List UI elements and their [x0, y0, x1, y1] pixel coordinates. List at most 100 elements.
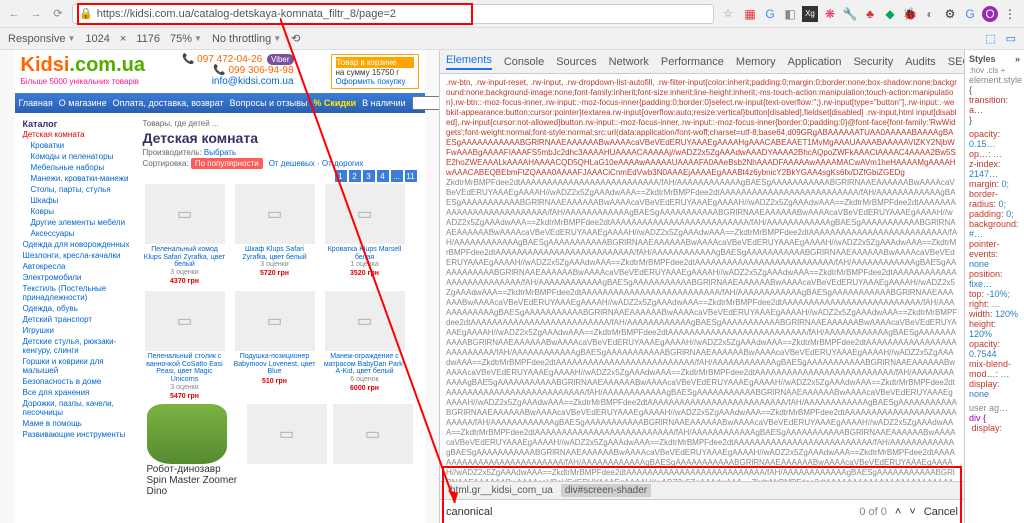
- ext-icon[interactable]: 🔧: [842, 6, 858, 22]
- sidebar-item[interactable]: Шкафы: [23, 195, 135, 206]
- product-link[interactable]: Манеж-ограждение с матрасом BabyDan Park…: [323, 353, 407, 376]
- device-select[interactable]: Responsive▼: [8, 33, 75, 45]
- style-rule[interactable]: op…: …: [969, 149, 1020, 159]
- sidebar-item[interactable]: Одежда, обувь: [23, 303, 135, 314]
- page-number[interactable]: 11: [405, 170, 417, 182]
- page-number[interactable]: 4: [377, 170, 389, 182]
- user-avatar[interactable]: O: [982, 6, 998, 22]
- maker-select[interactable]: Выбрать: [204, 148, 236, 157]
- product-card[interactable]: ▭Пеленальный столик с ванночкой CoSatto …: [143, 291, 227, 400]
- product-image[interactable]: ▭: [247, 404, 327, 464]
- sidebar-item[interactable]: Безопасность в доме: [23, 376, 135, 387]
- nav-item[interactable]: О магазине: [59, 98, 107, 108]
- product-image[interactable]: ▭: [333, 404, 413, 464]
- inspect-icon[interactable]: ⬚: [985, 32, 995, 45]
- devtools-search-input[interactable]: [446, 506, 851, 518]
- ext-icon[interactable]: ❋: [822, 6, 838, 22]
- style-rule[interactable]: opacity: 0.15…: [969, 129, 1020, 149]
- style-rule[interactable]: position: fixe…: [969, 269, 1020, 289]
- sidebar-item[interactable]: Дорожки, пазлы, качели, песочницы: [23, 398, 135, 418]
- tab-seo[interactable]: SEO: [948, 56, 964, 68]
- cart-widget[interactable]: Товар в корзине на сумму 15750 г Оформит…: [331, 54, 419, 89]
- nav-item[interactable]: Вопросы и отзывы: [230, 98, 308, 108]
- style-rule[interactable]: opacity: 0.7544: [969, 339, 1020, 359]
- sidebar-item[interactable]: Шезлонги, кресла-качалки: [23, 250, 135, 261]
- sidebar-item[interactable]: Текстиль (Постельные принадлежности): [23, 283, 135, 303]
- product-image[interactable]: ▭: [325, 291, 405, 351]
- star-icon[interactable]: ☆: [720, 6, 736, 22]
- style-rule[interactable]: z-index: 2147…: [969, 159, 1020, 179]
- gtranslate-icon[interactable]: G: [762, 6, 778, 22]
- ext-icon[interactable]: ◆: [882, 6, 898, 22]
- height-value[interactable]: 1176: [136, 33, 160, 45]
- style-rule[interactable]: width: 120%: [969, 309, 1020, 319]
- page-number[interactable]: ...: [391, 170, 403, 182]
- nav-item[interactable]: Главная: [19, 98, 53, 108]
- style-rule[interactable]: mix-blend-mod…: …: [969, 359, 1020, 379]
- product-image[interactable]: ▭: [235, 184, 315, 244]
- sidebar-item[interactable]: Аксессуары: [23, 228, 135, 239]
- style-rule[interactable]: pointer-events: none: [969, 239, 1020, 269]
- page-number[interactable]: 2: [349, 170, 361, 182]
- sidebar-item[interactable]: Все для хранения: [23, 387, 135, 398]
- ext-icon[interactable]: ◐: [922, 6, 938, 22]
- ext-icon[interactable]: 🐞: [902, 6, 918, 22]
- sidebar-item[interactable]: Ковры: [23, 206, 135, 217]
- product-link[interactable]: Пеленальный столик с ванночкой CoSatto E…: [143, 353, 227, 384]
- tab-console[interactable]: Console: [504, 56, 544, 68]
- crumb[interactable]: html.gr__kidsi_com_ua: [446, 484, 557, 497]
- style-rule[interactable]: height: 120%: [969, 319, 1020, 339]
- product-link[interactable]: Шкаф Klups Safari Zyrafka, цвет белый: [233, 246, 317, 261]
- sidebar-item[interactable]: Мебельные наборы: [23, 162, 135, 173]
- sidebar-item[interactable]: Автокресла: [23, 261, 135, 272]
- rotate-icon[interactable]: ⟲: [291, 32, 300, 45]
- tab-performance[interactable]: Performance: [661, 56, 724, 68]
- product-link[interactable]: Пеленальный комод Klups Safari Zyrafka, …: [143, 246, 227, 269]
- nav-item-sale[interactable]: % Скидки: [313, 98, 356, 108]
- sidebar-item[interactable]: Столы, парты, стулья: [23, 184, 135, 195]
- menu-icon[interactable]: ⋮: [1002, 6, 1018, 22]
- search-cancel[interactable]: Cancel: [924, 506, 958, 518]
- product-link[interactable]: Кроватка Klups Marsell белая: [323, 246, 407, 261]
- style-rule[interactable]: background: #…: [969, 219, 1020, 239]
- nav-item[interactable]: Оплата, доставка, возврат: [113, 98, 224, 108]
- tab-audits[interactable]: Audits: [905, 56, 936, 68]
- page-number[interactable]: 1: [335, 170, 347, 182]
- toggle-device-icon[interactable]: ▭: [1006, 32, 1016, 45]
- url-bar[interactable]: 🔒 https://kidsi.com.ua/catalog-detskaya-…: [72, 4, 714, 24]
- forward-icon[interactable]: →: [28, 6, 44, 22]
- product-image[interactable]: ▭: [325, 184, 405, 244]
- ext-icon[interactable]: Xg: [802, 6, 818, 22]
- ext-icon[interactable]: ♣: [862, 6, 878, 22]
- sidebar-item[interactable]: Одежда для новорожденных: [23, 239, 135, 250]
- reload-icon[interactable]: ⟳: [50, 6, 66, 22]
- tab-application[interactable]: Application: [788, 56, 842, 68]
- style-rule[interactable]: border-radius: 0;: [969, 189, 1020, 209]
- ext-icon[interactable]: ▦: [742, 6, 758, 22]
- sidebar-item[interactable]: Комоды и пеленаторы: [23, 151, 135, 162]
- style-rule[interactable]: right: …: [969, 299, 1020, 309]
- nav-item[interactable]: В наличии: [362, 98, 406, 108]
- back-icon[interactable]: ←: [6, 6, 22, 22]
- ext-icon[interactable]: ◧: [782, 6, 798, 22]
- sidebar-item[interactable]: Горшки и коврики для малышей: [23, 356, 135, 376]
- page-number[interactable]: 3: [363, 170, 375, 182]
- sidebar-item[interactable]: Детские стулья, рюкзаки-кенгуру, слинги: [23, 336, 135, 356]
- search-next-icon[interactable]: ˅: [909, 506, 915, 518]
- crumb-selected[interactable]: div#screen-shader: [561, 484, 651, 497]
- style-rule[interactable]: top: -10%;: [969, 289, 1020, 299]
- product-card[interactable]: ▭Шкаф Klups Safari Zyrafka, цвет белый3 …: [233, 184, 317, 285]
- product-card[interactable]: ▭Пеленальный комод Klups Safari Zyrafka,…: [143, 184, 227, 285]
- product-card[interactable]: ▭Кроватка Klups Marsell белая1 оценка352…: [323, 184, 407, 285]
- email-link[interactable]: info@kidsi.com.ua: [212, 76, 294, 87]
- product-link[interactable]: Подушка-позиционер Babymoov Lovenest, цв…: [233, 353, 317, 376]
- sidebar-current[interactable]: Детская комната: [23, 129, 135, 140]
- search-input[interactable]: [412, 96, 440, 110]
- ext-icon[interactable]: ⚙: [942, 6, 958, 22]
- zoom-select[interactable]: 75%▼: [170, 33, 202, 45]
- tab-network[interactable]: Network: [609, 56, 649, 68]
- width-value[interactable]: 1024: [85, 33, 109, 45]
- sidebar-item[interactable]: Кроватки: [23, 140, 135, 151]
- ext-icon[interactable]: G: [962, 6, 978, 22]
- product-image[interactable]: ▭: [145, 291, 225, 351]
